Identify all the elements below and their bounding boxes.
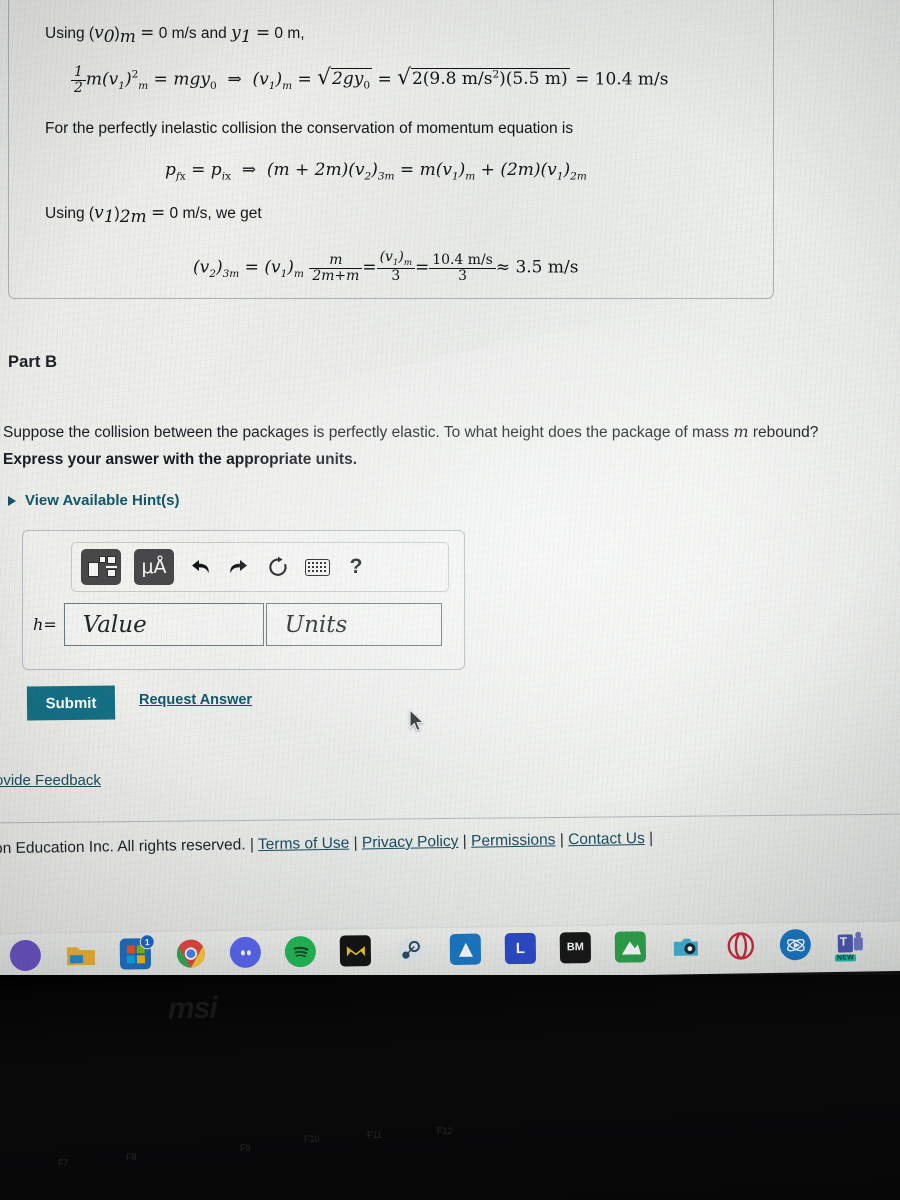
help-icon[interactable]: ? (343, 554, 369, 580)
keyboard-glyph (304, 558, 330, 576)
answer-field-row: h= Value Units (33, 603, 442, 646)
contact-us-link[interactable]: Contact Us (568, 830, 645, 848)
footer-sep-5: | (648, 829, 654, 847)
taskbar-item-media-player[interactable] (768, 928, 824, 979)
teams-new-badge: NEW (834, 954, 857, 962)
view-hints-link[interactable]: View Available Hint(s) (8, 492, 180, 509)
keyboard-icon[interactable] (304, 554, 330, 580)
function-key-row: F7 F8 F9 F10 F11 F12 (0, 1110, 900, 1190)
question-variable: m (733, 422, 749, 441)
footer-divider (0, 813, 900, 824)
redo-icon[interactable] (226, 554, 252, 580)
taskbar-item-lastpass[interactable]: L (493, 932, 549, 978)
answer-equals: = (43, 615, 57, 634)
answer-variable: h (33, 615, 44, 634)
folder-icon (65, 939, 96, 970)
brand-logo: msi (167, 991, 217, 1026)
units-icon[interactable]: μÅ (134, 549, 174, 585)
permissions-link[interactable]: Permissions (471, 831, 556, 849)
privacy-policy-link[interactable]: Privacy Policy (362, 833, 459, 852)
question-text-main: Suppose the collision between the packag… (3, 424, 734, 441)
solution-panel: Using (v0)m = 0 m/s and y1 = 0 m, 1 2 m(v1… (8, 0, 774, 299)
taskbar-item-bm-app[interactable]: BM (548, 932, 604, 982)
instruction-text: Express your answer with the appropriate… (3, 451, 358, 468)
undo-icon[interactable] (187, 554, 213, 580)
question-text: Suppose the collision between the packag… (3, 422, 818, 442)
mail-icon (339, 935, 372, 967)
answer-value-input[interactable]: Value (63, 603, 264, 646)
solution-equation-2: pfx = pix ⇒ (m + 2m)(v2)3m = m(v1)m + (2… (165, 160, 587, 183)
units-icon-label: μÅ (141, 555, 167, 578)
help-icon-label: ? (349, 555, 363, 578)
media-player-icon (779, 928, 812, 961)
bm-app-icon-label: BM (566, 941, 584, 954)
provide-feedback-link[interactable]: ovide Feedback (0, 772, 101, 789)
taskbar-item-spotify[interactable] (273, 935, 329, 986)
spotify-icon (284, 935, 317, 968)
answer-entry-panel: μÅ ? h= Value Units (22, 530, 465, 670)
math-template-glyph (88, 556, 117, 578)
fkey-f7: F7 (58, 1158, 69, 1168)
answer-variable-label: h= (33, 615, 57, 634)
solution-equation-3: (v2)3m = (v1)m m 2m+m = (v1)m 3 = 10.4 m/s 3 ≈ 3… (193, 249, 579, 285)
question-text-tail: rebound? (748, 424, 819, 441)
footer-sep-1: | (249, 836, 255, 854)
taskbar-item-camera-app[interactable] (658, 930, 714, 975)
answer-units-input[interactable]: Units (265, 603, 442, 646)
chrome-icon (175, 937, 206, 968)
footer-copyright: on Education Inc. All rights reserved. |… (0, 826, 900, 858)
taskbar-item-teams[interactable]: T NEW (823, 928, 879, 978)
green-app-icon (614, 931, 647, 963)
teams-icon: T NEW (834, 928, 866, 962)
bm-app-icon: BM (559, 932, 592, 964)
camera-icon (670, 931, 701, 962)
laptop-photo: Using (v0)m = 0 m/s and y1 = 0 m, 1 2 m(v1… (0, 0, 900, 1200)
taskbar-item-green-app[interactable] (603, 931, 659, 976)
copyright-text: on Education Inc. All rights reserved. (0, 836, 246, 858)
store-icon: 1 (119, 934, 155, 970)
cortana-icon (9, 939, 42, 972)
mouse-cursor (409, 708, 426, 733)
submit-button[interactable]: Submit (26, 685, 116, 721)
fkey-f10: F10 (304, 1134, 320, 1144)
reset-icon[interactable] (265, 554, 291, 580)
taskbar-item-blue-app[interactable] (438, 933, 494, 978)
solution-equation-1: 1 2 m(v1)2m = mgy0 ⇒ (v1)m = √2gy0 = √2(9.… (71, 64, 669, 96)
terms-of-use-link[interactable]: Terms of Use (258, 835, 350, 853)
request-answer-link[interactable]: Request Answer (139, 692, 252, 708)
fkey-f12: F12 (437, 1126, 453, 1136)
laptop-screen: Using (v0)m = 0 m/s and y1 = 0 m, 1 2 m(v1… (0, 0, 900, 988)
math-template-icon[interactable] (81, 549, 121, 585)
math-toolbar: μÅ ? (71, 542, 449, 592)
fkey-f9: F9 (240, 1143, 251, 1153)
taskbar-item-opera[interactable] (713, 930, 769, 980)
solution-line-2: For the perfectly inelastic collision th… (45, 120, 574, 137)
taskbar-item-steam[interactable] (383, 934, 439, 979)
blue-app-icon (449, 933, 482, 966)
fkey-f11: F11 (367, 1130, 382, 1140)
store-badge: 1 (139, 934, 155, 950)
taskbar-item-mail[interactable] (328, 935, 384, 980)
teams-icon-label: T (839, 934, 848, 949)
footer-sep-4: | (559, 831, 564, 849)
chevron-right-icon (8, 495, 16, 506)
footer-sep-2: | (353, 834, 358, 852)
opera-icon (725, 930, 756, 961)
fkey-f8: F8 (126, 1152, 137, 1162)
footer-sep-3: | (462, 832, 467, 850)
solution-line-1: Using (v0)m = 0 m/s and y1 = 0 m, (45, 23, 305, 48)
discord-icon (229, 936, 262, 969)
part-title: Part B (8, 353, 58, 371)
steam-icon (395, 934, 426, 965)
view-hints-label: View Available Hint(s) (25, 492, 180, 509)
lastpass-icon: L (504, 932, 537, 965)
lastpass-icon-label: L (515, 939, 526, 958)
solution-line-3: Using (v1)2m = 0 m/s, we get (45, 203, 262, 228)
